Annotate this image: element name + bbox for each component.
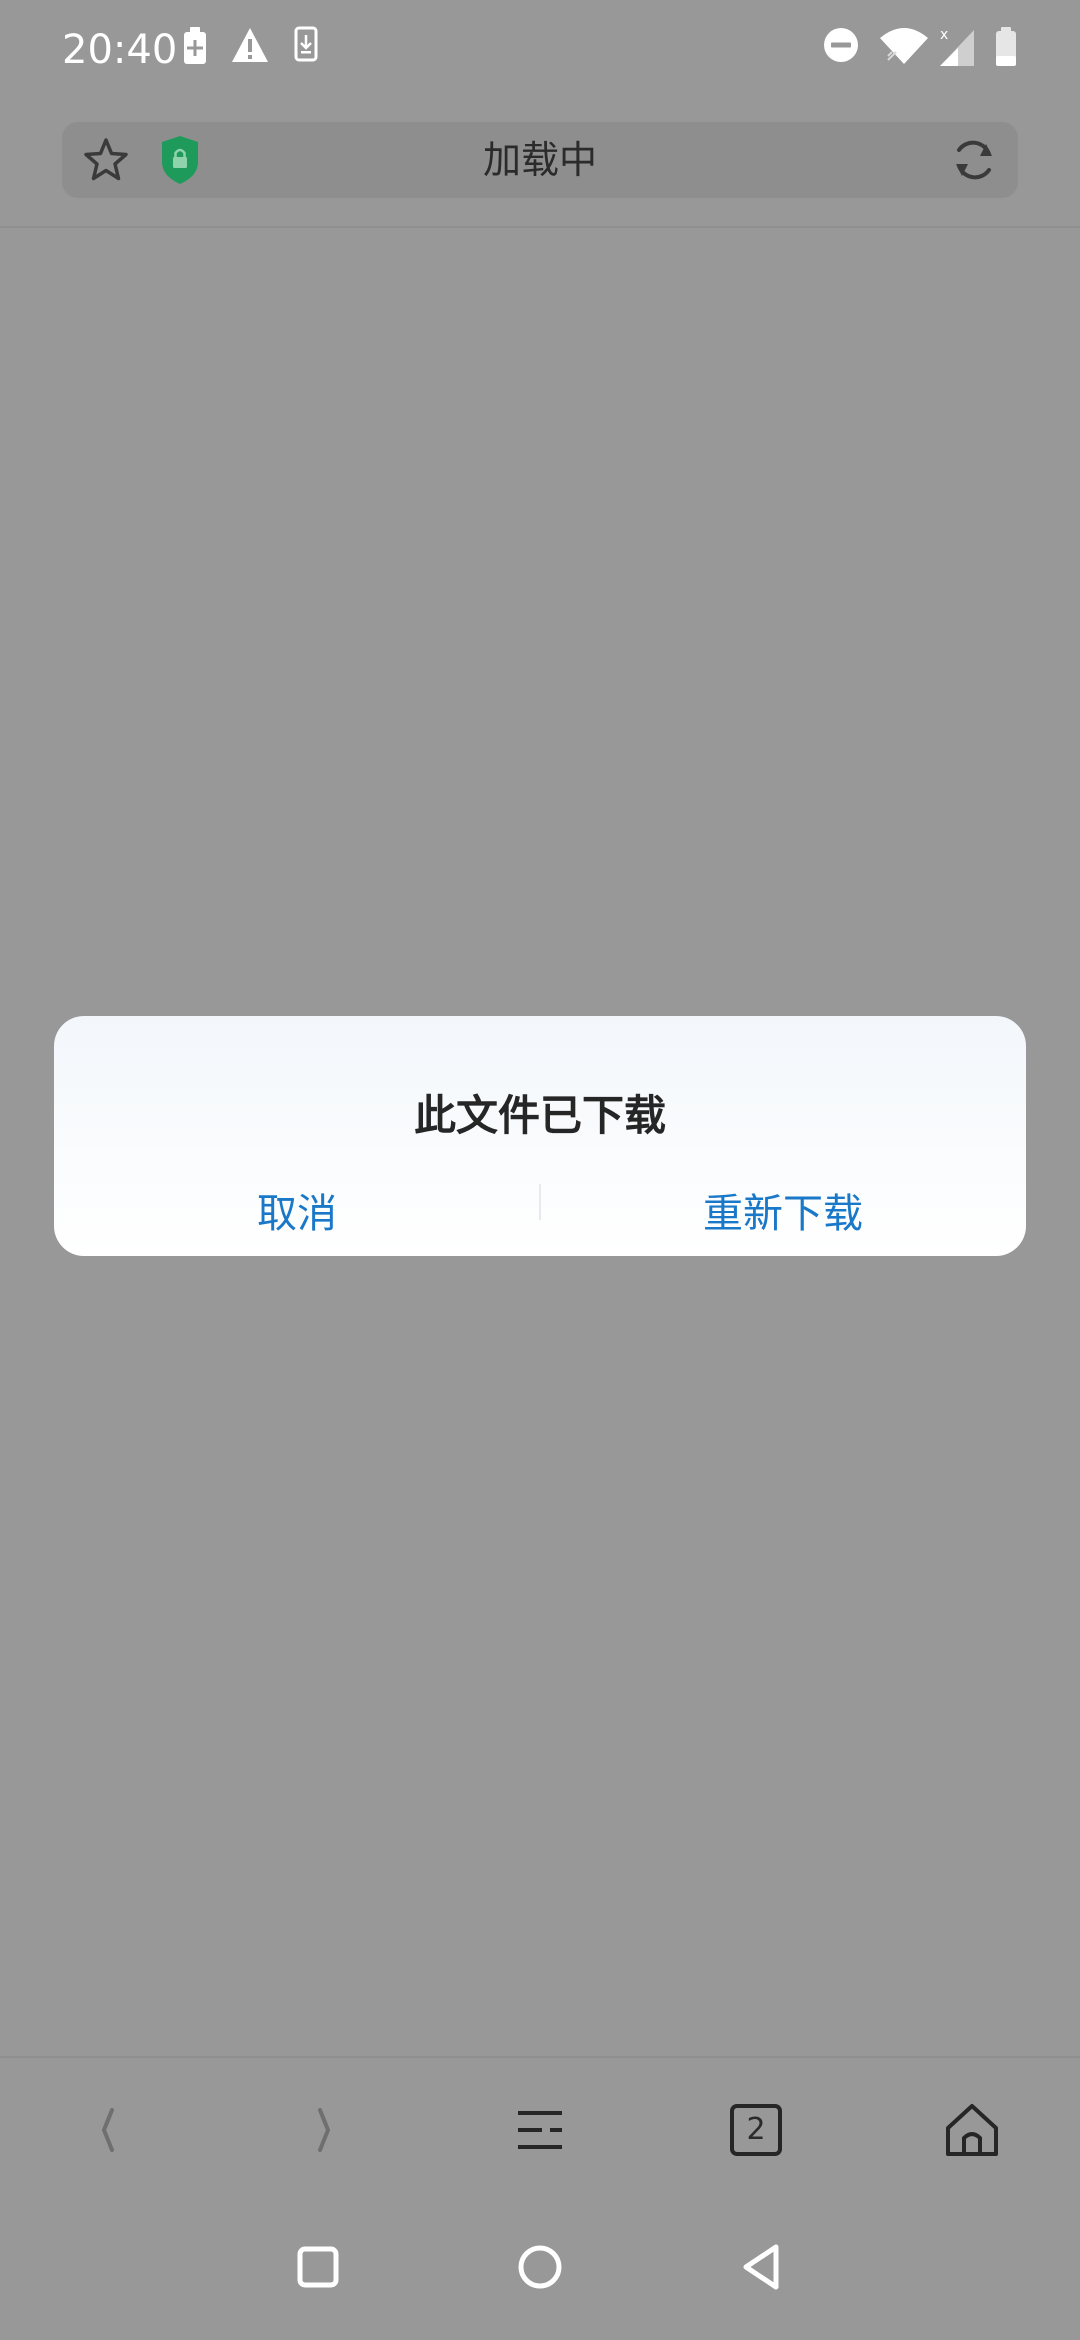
- bottom-toolbar-divider: [0, 2056, 1080, 2058]
- cancel-button[interactable]: 取消: [54, 1166, 540, 1262]
- refresh-icon[interactable]: [950, 136, 998, 184]
- svg-text:x: x: [940, 27, 948, 43]
- menu-icon[interactable]: [508, 2098, 572, 2162]
- tab-count: 2: [746, 2112, 766, 2147]
- warning-icon: [232, 28, 268, 62]
- page-title: 加载中: [482, 138, 597, 182]
- wifi-icon: [880, 28, 928, 64]
- status-time: 20:40: [62, 27, 178, 73]
- download-icon: [294, 26, 318, 62]
- address-bar[interactable]: 加载中: [62, 122, 1018, 198]
- redownload-button[interactable]: 重新下载: [540, 1166, 1026, 1262]
- tabs-button[interactable]: 2: [724, 2098, 788, 2162]
- download-dialog: 此文件已下载 取消 重新下载: [54, 1016, 1026, 1256]
- back-icon[interactable]: [76, 2098, 140, 2162]
- back-triangle-icon[interactable]: [730, 2235, 794, 2299]
- toolbar-divider: [0, 226, 1080, 228]
- dialog-title: 此文件已下载: [413, 1091, 666, 1140]
- status-bar: 20:40 x: [0, 0, 1080, 100]
- forward-icon[interactable]: [292, 2098, 356, 2162]
- home-circle-icon[interactable]: [508, 2235, 572, 2299]
- battery-saver-icon: [184, 27, 206, 64]
- signal-icon: x: [940, 27, 974, 66]
- recents-icon[interactable]: [286, 2235, 350, 2299]
- battery-icon: [996, 27, 1016, 66]
- dnd-icon: [824, 28, 858, 62]
- home-icon[interactable]: [940, 2098, 1004, 2162]
